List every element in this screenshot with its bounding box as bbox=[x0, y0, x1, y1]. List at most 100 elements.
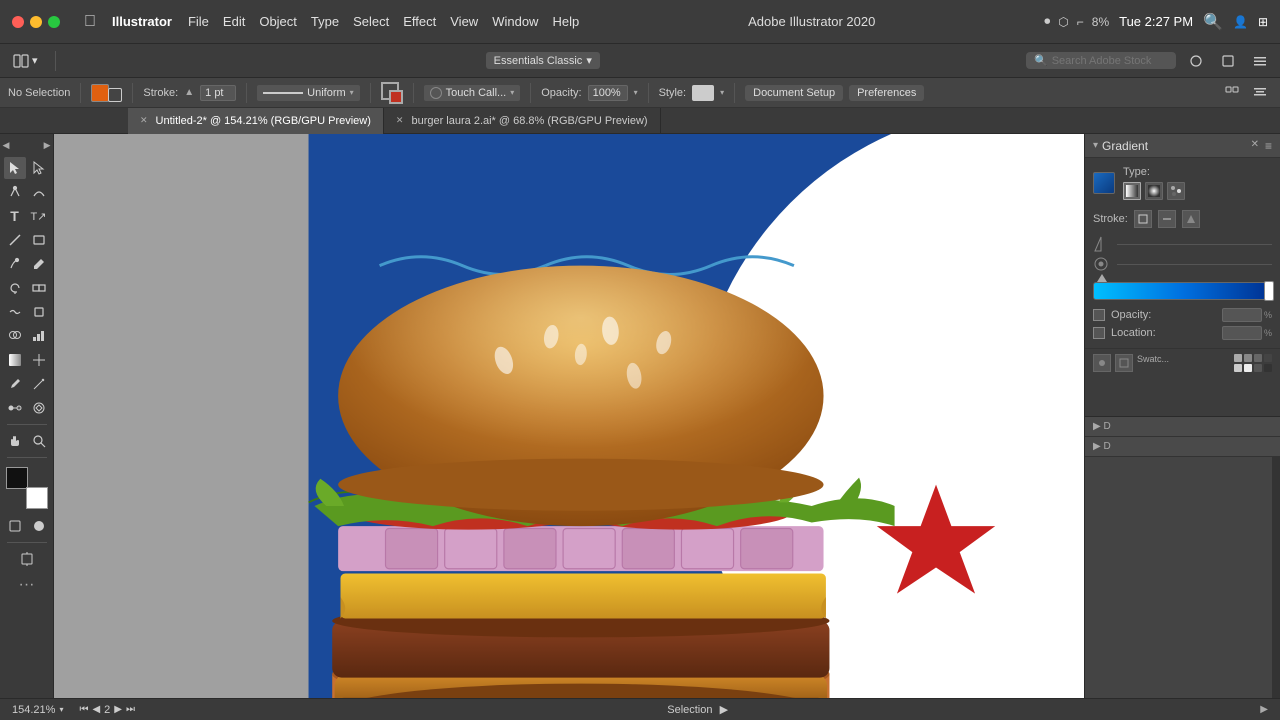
apps-icon[interactable]: ⊞ bbox=[1258, 15, 1268, 29]
aspect-slider[interactable] bbox=[1117, 264, 1272, 265]
paintbrush-tool[interactable] bbox=[4, 253, 26, 275]
stroke-swatch[interactable] bbox=[108, 88, 122, 102]
toolbar-icon-1[interactable] bbox=[1184, 52, 1208, 70]
foreground-color[interactable] bbox=[6, 467, 28, 489]
swatch-1[interactable] bbox=[1234, 354, 1242, 362]
menu-type[interactable]: Type bbox=[311, 14, 339, 29]
document-setup-button[interactable]: Document Setup bbox=[745, 85, 843, 101]
gradient-panel-menu-icon[interactable]: ≡ bbox=[1265, 139, 1272, 153]
swatch-7[interactable] bbox=[1254, 364, 1262, 372]
user-icon[interactable]: 👤 bbox=[1233, 15, 1248, 29]
direct-selection-tool[interactable] bbox=[28, 157, 50, 179]
toolbar-icon-2[interactable] bbox=[1216, 52, 1240, 70]
mesh-tool[interactable] bbox=[28, 349, 50, 371]
gradient-bar[interactable] bbox=[1093, 282, 1272, 300]
rotate-tool[interactable] bbox=[4, 277, 26, 299]
footer-icon-2[interactable] bbox=[1115, 354, 1133, 372]
menu-effect[interactable]: Effect bbox=[403, 14, 436, 29]
preferences-button[interactable]: Preferences bbox=[849, 85, 924, 101]
more-tools-button[interactable]: ··· bbox=[19, 576, 35, 594]
stroke-style-dropdown[interactable]: Uniform ▾ bbox=[257, 85, 360, 101]
chart-tool[interactable] bbox=[28, 325, 50, 347]
tab-untitled[interactable]: ✕ Untitled-2* @ 154.21% (RGB/GPU Preview… bbox=[128, 108, 384, 134]
shape-builder-tool[interactable] bbox=[4, 325, 26, 347]
footer-icon-1[interactable] bbox=[1093, 354, 1111, 372]
menu-object[interactable]: Object bbox=[259, 14, 297, 29]
pencil-tool[interactable] bbox=[28, 253, 50, 275]
swatch-4[interactable] bbox=[1264, 354, 1272, 362]
essentials-dropdown[interactable]: Essentials Classic ▾ bbox=[486, 52, 600, 69]
opacity-input[interactable] bbox=[588, 85, 628, 101]
zoom-tool[interactable] bbox=[28, 430, 50, 452]
right-scrollbar[interactable] bbox=[1272, 457, 1280, 699]
stroke-icon-1[interactable] bbox=[1134, 210, 1152, 228]
adobe-stock-search[interactable]: 🔍 bbox=[1026, 52, 1176, 69]
minimize-button[interactable] bbox=[30, 16, 42, 28]
fill-swatch[interactable] bbox=[91, 84, 109, 102]
tab-burger[interactable]: ✕ burger laura 2.ai* @ 68.8% (RGB/GPU Pr… bbox=[384, 108, 661, 134]
radial-gradient-icon[interactable] bbox=[1145, 182, 1163, 200]
rectangle-tool[interactable] bbox=[28, 229, 50, 251]
fullscreen-button[interactable] bbox=[48, 16, 60, 28]
angle-slider[interactable] bbox=[1117, 244, 1272, 245]
type-tool[interactable]: T bbox=[4, 205, 26, 227]
free-transform-tool[interactable] bbox=[28, 301, 50, 323]
menu-edit[interactable]: Edit bbox=[223, 14, 245, 29]
background-color[interactable] bbox=[26, 487, 48, 509]
close-button[interactable] bbox=[12, 16, 24, 28]
stroke-icon-2[interactable] bbox=[1158, 210, 1176, 228]
status-right-arrow[interactable]: ▶ bbox=[1260, 704, 1268, 715]
menu-window[interactable]: Window bbox=[492, 14, 538, 29]
freeform-gradient-icon[interactable] bbox=[1167, 182, 1185, 200]
search-stock-input[interactable] bbox=[1052, 55, 1168, 67]
gradient-midpoint-handle[interactable] bbox=[1097, 274, 1107, 282]
mask-mode-icon[interactable] bbox=[28, 515, 50, 537]
touch-type-tool[interactable]: T↗ bbox=[28, 205, 50, 227]
linear-gradient-icon[interactable] bbox=[1123, 182, 1141, 200]
panel-collapse-icon[interactable]: ▾ bbox=[1093, 140, 1098, 151]
prev-artboard-button[interactable]: ◀ bbox=[92, 704, 100, 715]
hand-tool[interactable] bbox=[4, 430, 26, 452]
gradient-color-preview[interactable] bbox=[1093, 172, 1115, 194]
style-swatch[interactable] bbox=[692, 85, 714, 101]
touch-callout-dropdown[interactable]: Touch Call... ▾ bbox=[424, 85, 521, 101]
stroke-value-input[interactable] bbox=[200, 85, 236, 101]
menu-help[interactable]: Help bbox=[552, 14, 579, 29]
stroke-icon-3[interactable] bbox=[1182, 210, 1200, 228]
opacity-value-input[interactable] bbox=[1222, 308, 1262, 322]
curvature-tool[interactable] bbox=[28, 181, 50, 203]
menu-view[interactable]: View bbox=[450, 14, 478, 29]
stroke-up-icon[interactable]: ▲ bbox=[184, 87, 194, 98]
gradient-panel-close-icon[interactable]: ✕ bbox=[1251, 139, 1259, 153]
next-artboard-button[interactable]: ▶ bbox=[114, 704, 122, 715]
panel-collapse-right[interactable]: ▶ bbox=[44, 140, 51, 151]
symbol-tool[interactable] bbox=[28, 397, 50, 419]
pen-tool[interactable] bbox=[4, 181, 26, 203]
menu-file[interactable]: File bbox=[188, 14, 209, 29]
panel-collapse-left[interactable]: ◀ bbox=[3, 140, 10, 151]
swatch-3[interactable] bbox=[1254, 354, 1262, 362]
canvas-area[interactable]: ↖ bbox=[54, 134, 1084, 698]
artboard-tool[interactable] bbox=[16, 548, 38, 570]
search-icon[interactable]: 🔍 bbox=[1203, 12, 1223, 32]
swatch-6[interactable] bbox=[1244, 364, 1252, 372]
location-value-input[interactable] bbox=[1222, 326, 1262, 340]
measure-tool[interactable] bbox=[28, 373, 50, 395]
align-icon[interactable] bbox=[1248, 84, 1272, 102]
swatch-8[interactable] bbox=[1264, 364, 1272, 372]
selection-tool[interactable] bbox=[4, 157, 26, 179]
warp-tool[interactable] bbox=[4, 301, 26, 323]
eyedropper-tool[interactable] bbox=[4, 373, 26, 395]
blend-tool[interactable] bbox=[4, 397, 26, 419]
line-tool[interactable] bbox=[4, 229, 26, 251]
scale-tool[interactable] bbox=[28, 277, 50, 299]
gradient-tool[interactable] bbox=[4, 349, 26, 371]
toolbar-menu-icon[interactable] bbox=[1248, 52, 1272, 70]
last-artboard-button[interactable]: ⏭ bbox=[126, 704, 135, 715]
arrange-icon[interactable] bbox=[1220, 84, 1244, 102]
gradient-end-handle[interactable] bbox=[1264, 281, 1274, 301]
swatch-5[interactable] bbox=[1234, 364, 1242, 372]
menu-select[interactable]: Select bbox=[353, 14, 389, 29]
first-artboard-button[interactable]: ⏮ bbox=[79, 704, 88, 715]
swatch-2[interactable] bbox=[1244, 354, 1252, 362]
